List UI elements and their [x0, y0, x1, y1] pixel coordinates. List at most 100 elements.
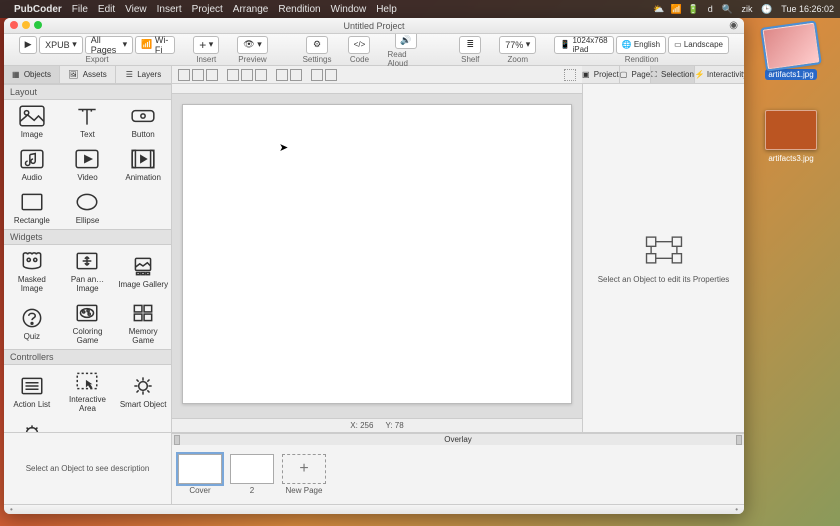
section-controllers: Controllers	[4, 349, 171, 365]
tool-audio[interactable]: Audio	[4, 143, 60, 186]
thumbs-area: Overlay Cover 2 +New Page	[172, 433, 744, 504]
menu-insert[interactable]: Insert	[157, 4, 182, 15]
tool-button[interactable]: Button	[115, 100, 171, 143]
flip-h-icon[interactable]	[311, 69, 323, 81]
xpub-button[interactable]: XPUB ▾	[39, 36, 83, 54]
tb-code: </> Code	[347, 36, 371, 64]
menu-edit[interactable]: Edit	[98, 4, 115, 15]
tab-layers[interactable]: ☰ Layers	[116, 66, 172, 83]
tab-page[interactable]: ▢ Page	[620, 66, 651, 83]
inspector-msg: Select an Object to edit its Properties	[592, 275, 736, 284]
grid-toggle-icon[interactable]	[564, 69, 576, 81]
preview-button[interactable]: 👁 ▾	[237, 36, 267, 54]
tool-ellipse[interactable]: Ellipse	[60, 186, 116, 229]
flip-v-icon[interactable]	[325, 69, 337, 81]
close-icon[interactable]	[10, 21, 18, 29]
bottom-row: Select an Object to see description Over…	[4, 432, 744, 504]
titlebar[interactable]: Untitled Project ◉	[4, 18, 744, 34]
tab-assets[interactable]: 🖼 Assets	[60, 66, 116, 83]
window-controls[interactable]	[10, 21, 42, 29]
menu-help[interactable]: Help	[376, 4, 397, 15]
tool-pan-image[interactable]: Pan an… Image	[60, 245, 116, 297]
lang-select[interactable]: 🌐 English	[616, 36, 666, 54]
zoom-select[interactable]: 77% ▾	[499, 36, 536, 54]
align-left-icon[interactable]	[178, 69, 190, 81]
tool-interactive-area[interactable]: Interactive Area	[60, 365, 116, 417]
minimize-icon[interactable]	[22, 21, 30, 29]
plus-icon: +	[282, 454, 326, 484]
menu-file[interactable]: File	[72, 4, 88, 15]
tool-rectangle[interactable]: Rectangle	[4, 186, 60, 229]
file-thumb-icon	[765, 110, 817, 150]
menu-view[interactable]: View	[125, 4, 147, 15]
file-name: artifacts3.jpg	[765, 153, 816, 164]
controllers-grid: Action List Interactive Area Smart Objec…	[4, 365, 171, 432]
wifi-button[interactable]: 📶 Wi-Fi	[135, 36, 175, 54]
dist-h-icon[interactable]	[276, 69, 288, 81]
menu-window[interactable]: Window	[331, 4, 367, 15]
coord-bar: X: 256 Y: 78	[172, 418, 582, 432]
settings-button[interactable]: ⚙	[306, 36, 328, 54]
tb-settings: ⚙ Settings	[303, 36, 332, 64]
dist-v-icon[interactable]	[290, 69, 302, 81]
menu-arrange[interactable]: Arrange	[233, 4, 269, 15]
tb-preview-label: Preview	[238, 55, 266, 64]
pages-button[interactable]: All Pages ▾	[85, 36, 133, 54]
tb-shelf-label: Shelf	[461, 55, 479, 64]
shelf-button[interactable]: ≣	[459, 36, 481, 54]
thumb-2[interactable]: 2	[230, 454, 274, 495]
thumb-cover[interactable]: Cover	[178, 454, 222, 495]
title-extra-icon[interactable]: ◉	[729, 20, 738, 31]
mac-menu-bar: PubCoder File Edit View Insert Project A…	[0, 0, 840, 18]
align-center-icon[interactable]	[192, 69, 204, 81]
align-middle-icon[interactable]	[241, 69, 253, 81]
align-bottom-icon[interactable]	[255, 69, 267, 81]
maximize-icon[interactable]	[34, 21, 42, 29]
align-top-icon[interactable]	[227, 69, 239, 81]
page-thumbs: Cover 2 +New Page	[172, 445, 744, 504]
tool-action-list[interactable]: Action List	[4, 365, 60, 417]
align-right-icon[interactable]	[206, 69, 218, 81]
menu-project[interactable]: Project	[192, 4, 223, 15]
tb-zoom: 77% ▾ Zoom	[498, 36, 537, 64]
widgets-grid: Masked Image Pan an… Image Image Gallery…	[4, 245, 171, 349]
status-right: •	[735, 505, 738, 514]
tool-masked-image[interactable]: Masked Image	[4, 245, 60, 297]
menu-rendition[interactable]: Rendition	[278, 4, 320, 15]
tab-project[interactable]: ▣ Project	[582, 66, 620, 83]
tb-zoom-label: Zoom	[508, 55, 528, 64]
app-name[interactable]: PubCoder	[14, 4, 62, 15]
tool-video[interactable]: Video	[60, 143, 116, 186]
right-tabs: ▣ Project ▢ Page ⛶ Selection ⚡Interactiv…	[582, 66, 744, 83]
tool-animation[interactable]: Animation	[115, 143, 171, 186]
thumb-new[interactable]: +New Page	[282, 454, 326, 495]
file-name: artifacts1.jpg	[765, 69, 816, 80]
canvas[interactable]: ➤	[182, 104, 572, 404]
tb-insert: + ▾ Insert	[192, 36, 220, 64]
status-left: •	[10, 505, 13, 514]
tool-image[interactable]: Image	[4, 100, 60, 143]
code-button[interactable]: </>	[348, 36, 370, 54]
play-button[interactable]: ▶	[19, 36, 37, 54]
tool-memory-game[interactable]: Memory Game	[115, 297, 171, 349]
tool-counter[interactable]: Counter	[4, 417, 60, 432]
tool-coloring-game[interactable]: Coloring Game	[60, 297, 116, 349]
tool-quiz[interactable]: Quiz	[4, 297, 60, 349]
insert-button[interactable]: + ▾	[193, 36, 219, 54]
tool-smart-object[interactable]: Smart Object	[115, 365, 171, 417]
tab-selection[interactable]: ⛶ Selection	[651, 66, 695, 83]
distribute	[276, 69, 302, 81]
tab-objects[interactable]: ▦ Objects	[4, 66, 60, 83]
tb-readaloud: 🔊 Read Aloud	[387, 31, 424, 68]
overlay-bar[interactable]: Overlay	[172, 433, 744, 445]
tab-interactivity[interactable]: ⚡Interactivity	[695, 66, 744, 83]
tool-text[interactable]: Text	[60, 100, 116, 143]
device-select[interactable]: 📱 1024x768 iPad	[554, 36, 613, 54]
desktop-file-2[interactable]: artifacts3.jpg	[756, 110, 826, 164]
canvas-area[interactable]: ➤	[172, 84, 582, 418]
desktop-file-1[interactable]: artifacts1.jpg	[756, 26, 826, 80]
tool-image-gallery[interactable]: Image Gallery	[115, 245, 171, 297]
tb-export-label: Export	[86, 55, 109, 64]
mouse-cursor-icon: ➤	[279, 141, 288, 154]
orient-select[interactable]: ▭ Landscape	[668, 36, 729, 54]
